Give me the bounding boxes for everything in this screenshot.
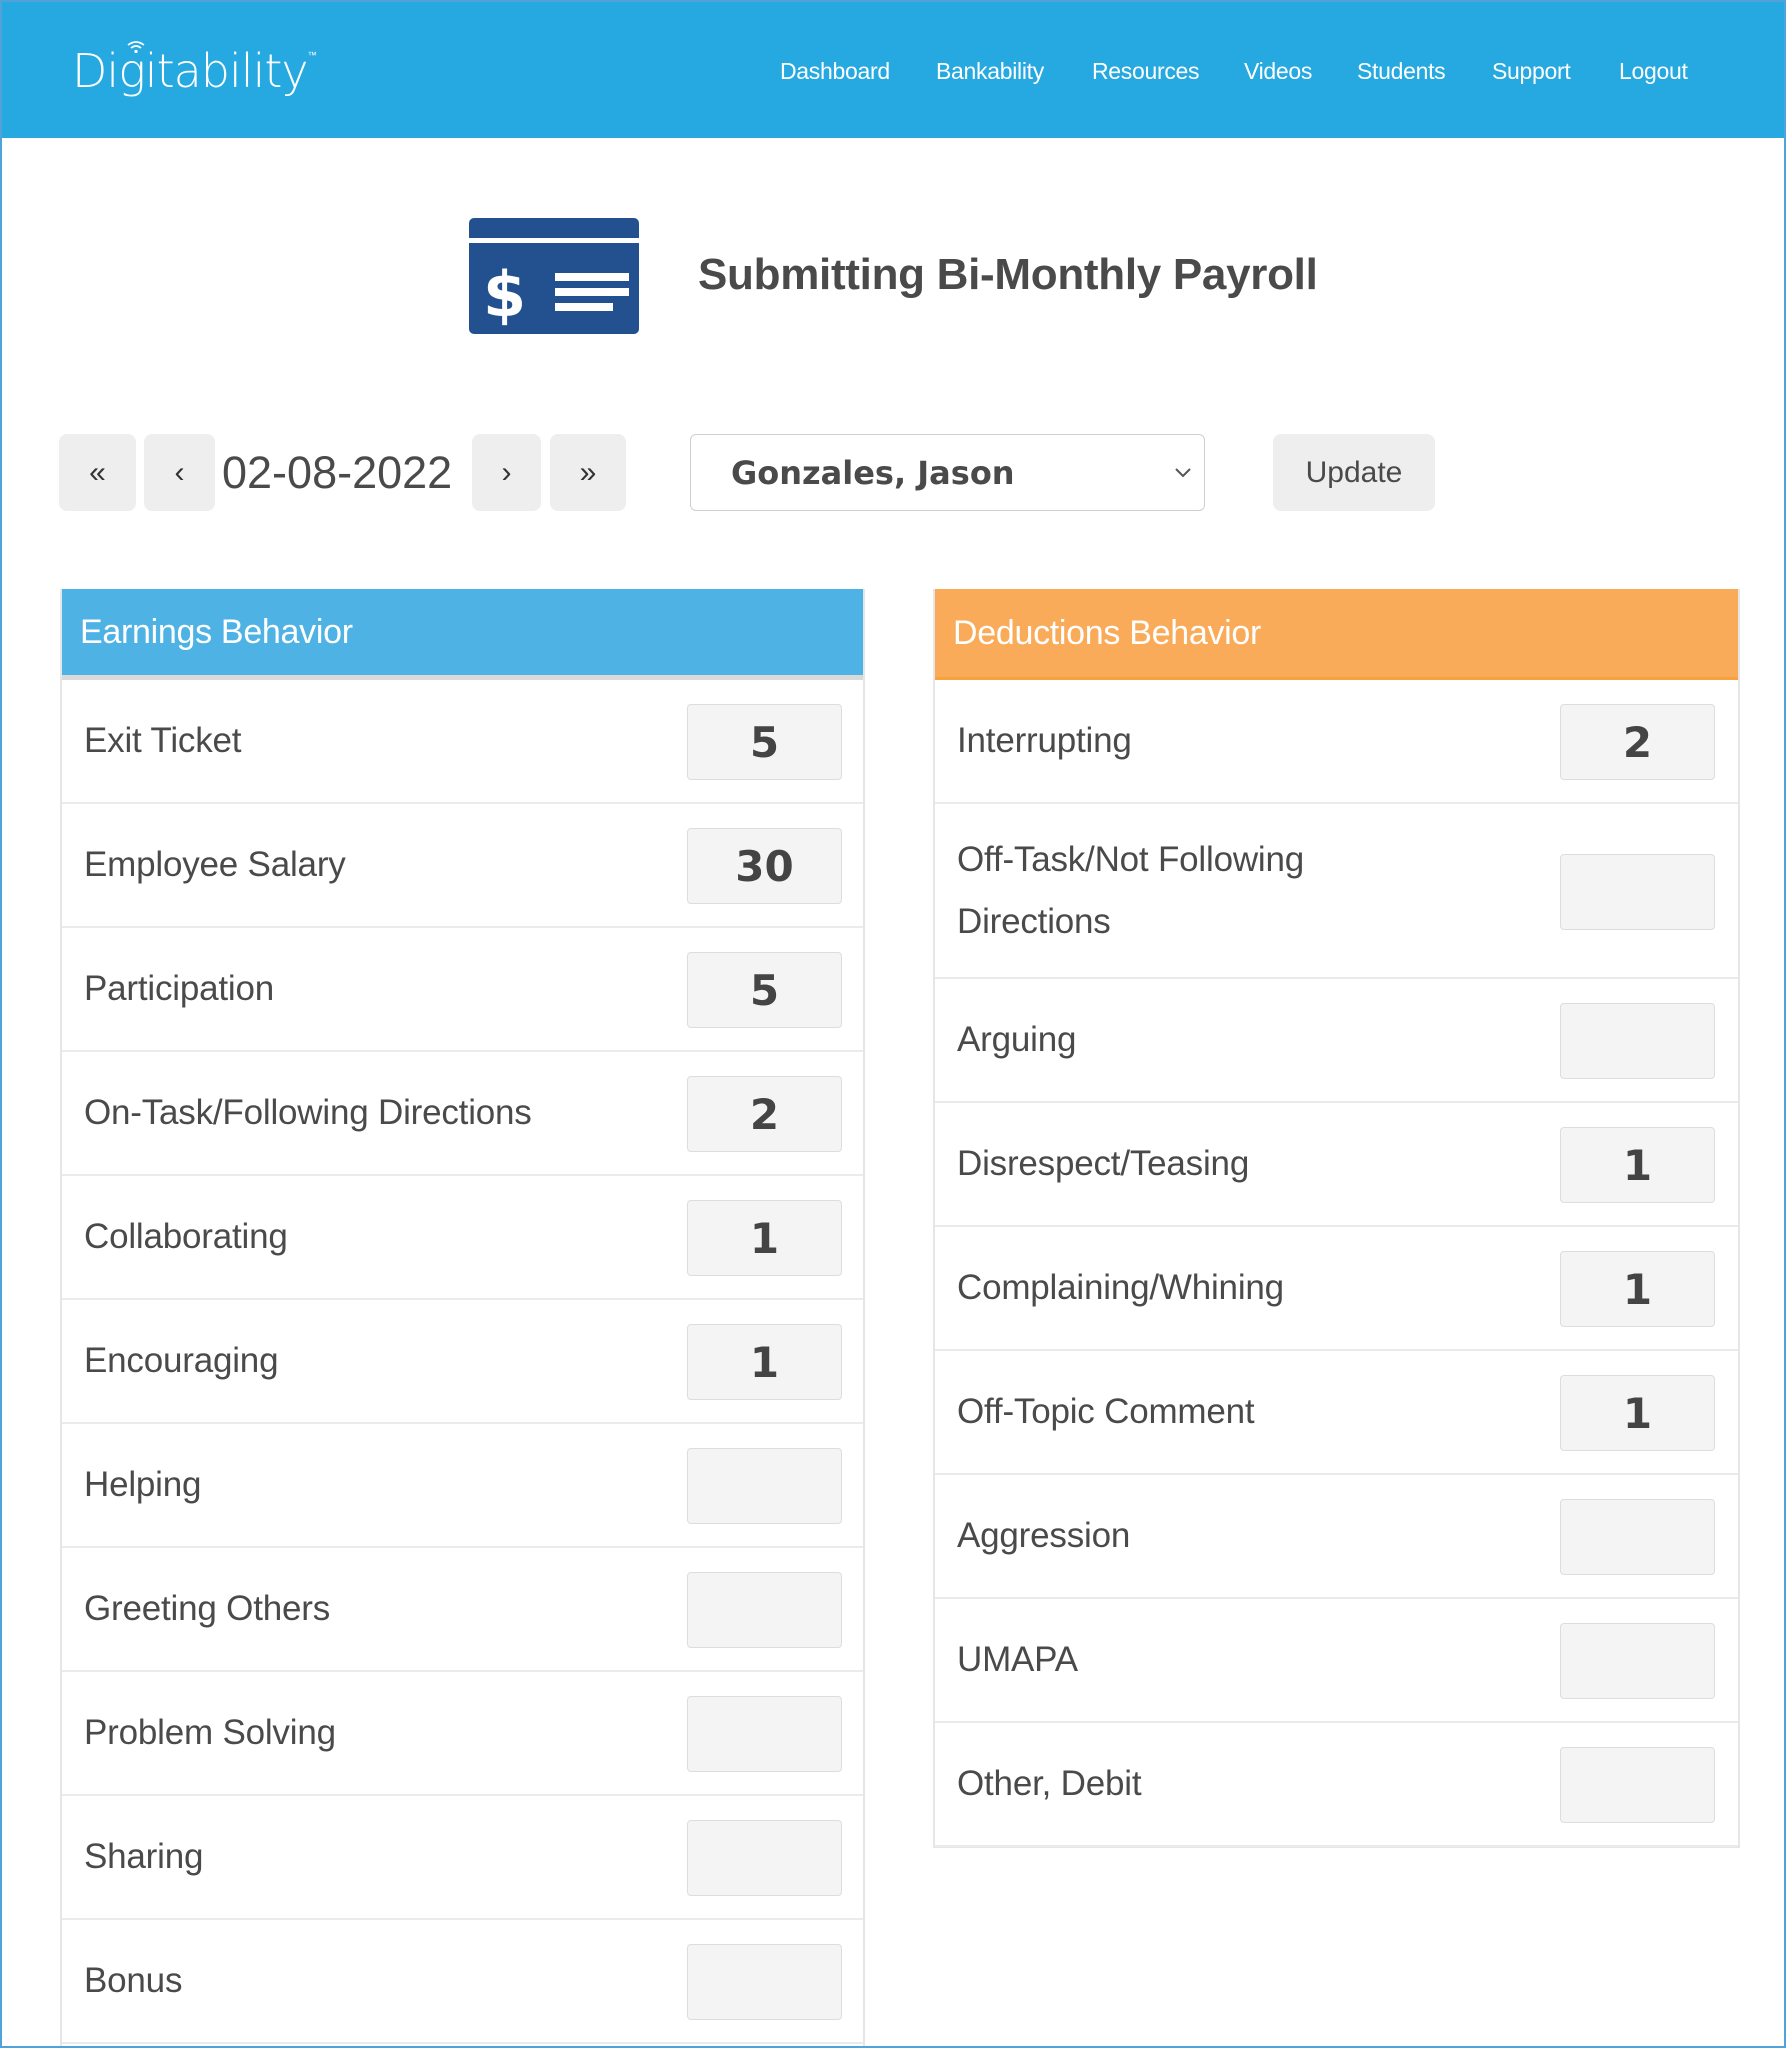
earnings-row: Problem Solving [62,1672,863,1796]
nav-bankability[interactable]: Bankability [936,58,1044,85]
earnings-row-label: Helping [84,1465,202,1504]
earnings-row: Sharing [62,1796,863,1920]
deductions-value-input[interactable]: 1 [1560,1375,1715,1451]
deductions-row: UMAPA [935,1599,1738,1723]
deductions-row-label: Off-Task/Not Following Directions [957,839,1305,941]
earnings-value-input[interactable]: 1 [687,1200,842,1276]
deductions-row: Disrespect/Teasing 1 [935,1103,1738,1227]
earnings-row-label: Exit Ticket [84,721,242,760]
earnings-row: On-Task/Following Directions 2 [62,1052,863,1176]
earnings-value-input[interactable]: 2 [687,1076,842,1152]
update-button[interactable]: Update [1273,434,1435,511]
nav-resources[interactable]: Resources [1092,58,1200,85]
deductions-panel: Deductions Behavior Interrupting 2 Off-Tas… [933,589,1740,1848]
earnings-value-input[interactable] [687,1696,842,1772]
earnings-row-label: On-Task/Following Directions [84,1093,532,1132]
double-chevron-right-icon: » [579,455,597,489]
deductions-row-label: Aggression [957,1516,1131,1555]
nav-videos[interactable]: Videos [1244,58,1312,85]
earnings-row: Encouraging 1 [62,1300,863,1424]
trademark: ™ [307,51,317,61]
student-select[interactable]: Gonzales, Jason [690,434,1205,511]
previous-period-button[interactable]: ‹ [144,434,215,511]
svg-text:$: $ [483,258,526,331]
deductions-row-label: Off-Topic Comment [957,1392,1255,1431]
brand-name: Digitability [72,44,309,98]
earnings-row: Collaborating 1 [62,1176,863,1300]
brand-logo[interactable]: Digitability™ [72,41,317,98]
deductions-value-input[interactable] [1560,854,1715,930]
deductions-row: Off-Task/Not Following Directions [935,804,1738,979]
earnings-value-input[interactable]: 5 [687,952,842,1028]
earnings-value-input[interactable]: 1 [687,1324,842,1400]
nav-students[interactable]: Students [1357,58,1446,85]
deductions-row-label: Complaining/Whining [957,1268,1284,1307]
earnings-value-input[interactable]: 30 [687,828,842,904]
earnings-row: Greeting Others [62,1548,863,1672]
deductions-row: Interrupting 2 [935,680,1738,804]
earnings-row-label: Problem Solving [84,1713,336,1752]
deductions-row-label: Disrespect/Teasing [957,1144,1250,1183]
wifi-icon [127,41,145,54]
earnings-value-input[interactable]: 5 [687,704,842,780]
earnings-list: Exit Ticket 5 Employee Salary 30 Participati… [62,680,863,2044]
nav-support[interactable]: Support [1492,58,1571,85]
next-period-button[interactable]: › [472,434,541,511]
earnings-row-label: Employee Salary [84,845,346,884]
earnings-row-label: Participation [84,969,275,1008]
paycheck-dollar-icon: $ [469,218,639,334]
deductions-value-input[interactable] [1560,1003,1715,1079]
deductions-row-label: UMAPA [957,1640,1078,1679]
last-period-button[interactable]: » [550,434,626,511]
deductions-row-label: Interrupting [957,721,1132,760]
deductions-value-input[interactable] [1560,1747,1715,1823]
nav-logout[interactable]: Logout [1619,58,1688,85]
deductions-panel-title: Deductions Behavior [935,589,1738,680]
earnings-value-input[interactable] [687,1572,842,1648]
earnings-row-label: Sharing [84,1837,204,1876]
earnings-value-input[interactable] [687,1944,842,2020]
earnings-panel-title: Earnings Behavior [62,589,863,680]
deductions-list: Interrupting 2 Off-Task/Not Following Dire… [935,680,1738,1847]
deductions-row: Aggression [935,1475,1738,1599]
earnings-row: Participation 5 [62,928,863,1052]
student-select-value: Gonzales, Jason [731,454,1015,492]
earnings-row: Employee Salary 30 [62,804,863,928]
deductions-row-label: Arguing [957,1020,1077,1059]
deductions-value-input[interactable]: 1 [1560,1251,1715,1327]
chevron-down-icon [1175,468,1191,478]
deductions-row: Other, Debit [935,1723,1738,1847]
deductions-row: Arguing [935,979,1738,1103]
earnings-value-input[interactable] [687,1448,842,1524]
earnings-row-label: Bonus [84,1961,183,2000]
double-chevron-left-icon: « [89,455,106,489]
deductions-row-label: Other, Debit [957,1764,1142,1803]
deductions-value-input[interactable]: 1 [1560,1127,1715,1203]
deductions-row: Off-Topic Comment 1 [935,1351,1738,1475]
deductions-row: Complaining/Whining 1 [935,1227,1738,1351]
chevron-right-icon: › [501,455,512,489]
earnings-row: Bonus [62,1920,863,2044]
nav-dashboard[interactable]: Dashboard [780,58,890,85]
earnings-row: Exit Ticket 5 [62,680,863,804]
deductions-value-input[interactable] [1560,1623,1715,1699]
current-date: 02-08-2022 [222,447,453,498]
earnings-row-label: Collaborating [84,1217,288,1256]
chevron-left-icon: ‹ [174,455,185,489]
earnings-panel: Earnings Behavior Exit Ticket 5 Employee S… [60,589,865,2048]
earnings-row-label: Encouraging [84,1341,279,1380]
earnings-row: Helping [62,1424,863,1548]
page-title: Submitting Bi-Monthly Payroll [698,250,1318,299]
first-period-button[interactable]: « [59,434,136,511]
top-navbar: Digitability™ Dashboard Bankability Reso… [0,0,1786,138]
deductions-value-input[interactable] [1560,1499,1715,1575]
deductions-value-input[interactable]: 2 [1560,704,1715,780]
earnings-row-label: Greeting Others [84,1589,330,1628]
earnings-value-input[interactable] [687,1820,842,1896]
